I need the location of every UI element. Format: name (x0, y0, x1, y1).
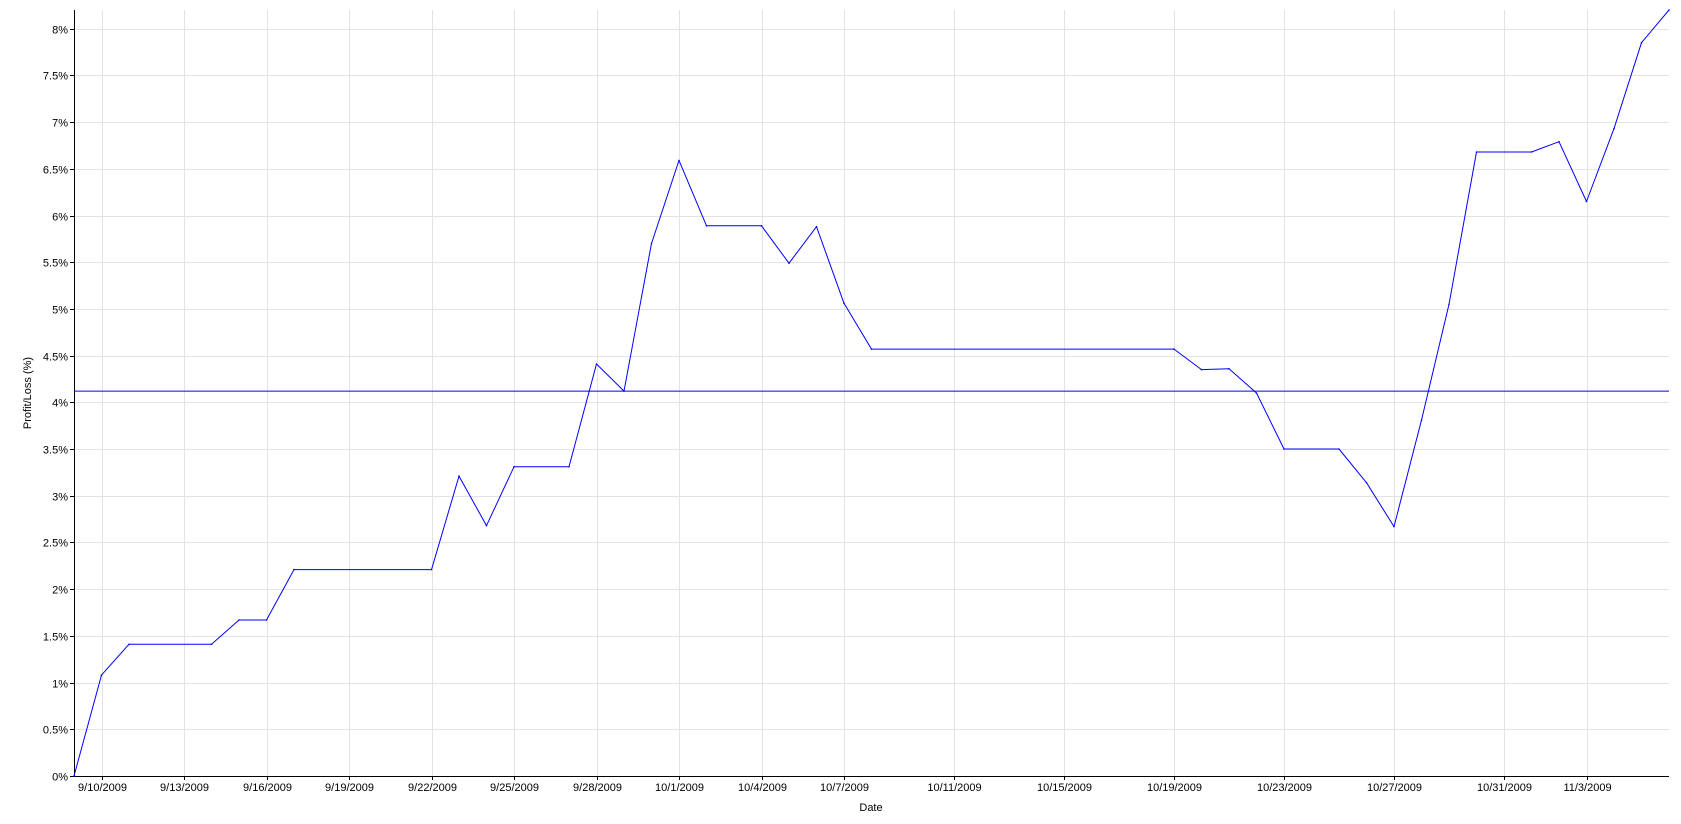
data-point (265, 619, 268, 621)
x-axis-title: Date (859, 802, 882, 814)
x-tick-label: 9/28/2009 (573, 782, 622, 794)
x-tick-label: 10/4/2009 (738, 782, 787, 794)
x-tick-label: 10/19/2009 (1147, 782, 1202, 794)
data-point (595, 363, 598, 365)
data-point (293, 568, 295, 571)
x-tick-label: 10/7/2009 (820, 782, 869, 794)
data-point (1365, 481, 1368, 484)
data-point (1640, 41, 1643, 44)
data-point (1338, 448, 1340, 450)
data-point (1173, 348, 1175, 350)
data-point (678, 159, 680, 162)
y-tick-label: 5% (52, 305, 68, 317)
y-tick-label: 5.5% (43, 258, 68, 270)
x-tick-label: 10/1/2009 (655, 782, 704, 794)
data-point (1200, 368, 1203, 371)
chart-background (0, 0, 1681, 824)
data-point (1420, 419, 1423, 421)
data-point (1613, 127, 1615, 130)
x-tick-label: 9/19/2009 (325, 782, 374, 794)
data-point (1228, 367, 1230, 370)
y-tick-label: 1.5% (43, 632, 68, 644)
data-point (1558, 140, 1560, 143)
x-tick-label: 10/23/2009 (1257, 782, 1312, 794)
data-point (1668, 9, 1670, 11)
data-point (458, 475, 460, 477)
y-tick-label: 2.5% (43, 538, 68, 550)
data-point (485, 524, 488, 527)
data-point (760, 225, 763, 227)
data-point (513, 466, 515, 468)
y-tick-label: 6.5% (43, 165, 68, 177)
x-tick-label: 11/3/2009 (1563, 782, 1611, 794)
y-tick-label: 7% (52, 118, 68, 130)
data-point (1283, 448, 1285, 450)
y-axis-title: Profit/Loss (%) (22, 357, 34, 429)
data-point (568, 466, 570, 468)
data-point (815, 225, 818, 228)
x-tick-label: 9/16/2009 (243, 782, 292, 794)
data-point (128, 643, 130, 646)
y-tick-label: 6% (52, 212, 68, 224)
data-point (623, 390, 625, 392)
data-point (788, 262, 790, 265)
y-tick-label: 2% (52, 585, 68, 597)
data-point (1255, 392, 1258, 394)
data-point (1585, 200, 1588, 203)
data-point (1448, 303, 1450, 306)
x-tick-label: 10/11/2009 (927, 782, 981, 794)
y-tick-label: 0.5% (43, 725, 68, 737)
y-tick-label: 1% (52, 679, 68, 691)
data-point (100, 674, 103, 676)
x-tick-label: 10/27/2009 (1367, 782, 1422, 794)
data-point (73, 775, 75, 777)
y-tick-label: 4.5% (43, 352, 68, 364)
data-point (1393, 525, 1395, 528)
data-point (430, 568, 433, 571)
data-point (210, 643, 213, 646)
x-tick-label: 9/22/2009 (408, 782, 457, 794)
x-tick-label: 10/31/2009 (1477, 782, 1532, 794)
x-tick-label: 9/13/2009 (160, 782, 209, 794)
x-tick-label: 9/10/2009 (78, 782, 127, 794)
x-tick-label: 10/15/2009 (1037, 782, 1092, 794)
y-tick-label: 0% (52, 772, 68, 784)
y-tick-label: 7.5% (43, 71, 68, 83)
data-point (238, 619, 240, 621)
data-point (870, 348, 873, 350)
y-tick-label: 3.5% (43, 445, 68, 457)
data-point (650, 242, 653, 245)
chart: 0% 0.5% 1% 1.5% 2% 2.5% 3% 3.5% 4% 4.5% 5% 5.5% 6% 6.… (0, 0, 1681, 824)
y-tick-label: 3% (52, 492, 68, 504)
data-point (843, 302, 845, 305)
data-point (705, 225, 708, 227)
y-tick-label: 4% (52, 398, 68, 410)
data-point (1475, 151, 1478, 153)
x-tick-label: 9/25/2009 (490, 782, 539, 794)
data-point (1530, 151, 1533, 153)
y-tick-label: 8% (52, 25, 68, 37)
